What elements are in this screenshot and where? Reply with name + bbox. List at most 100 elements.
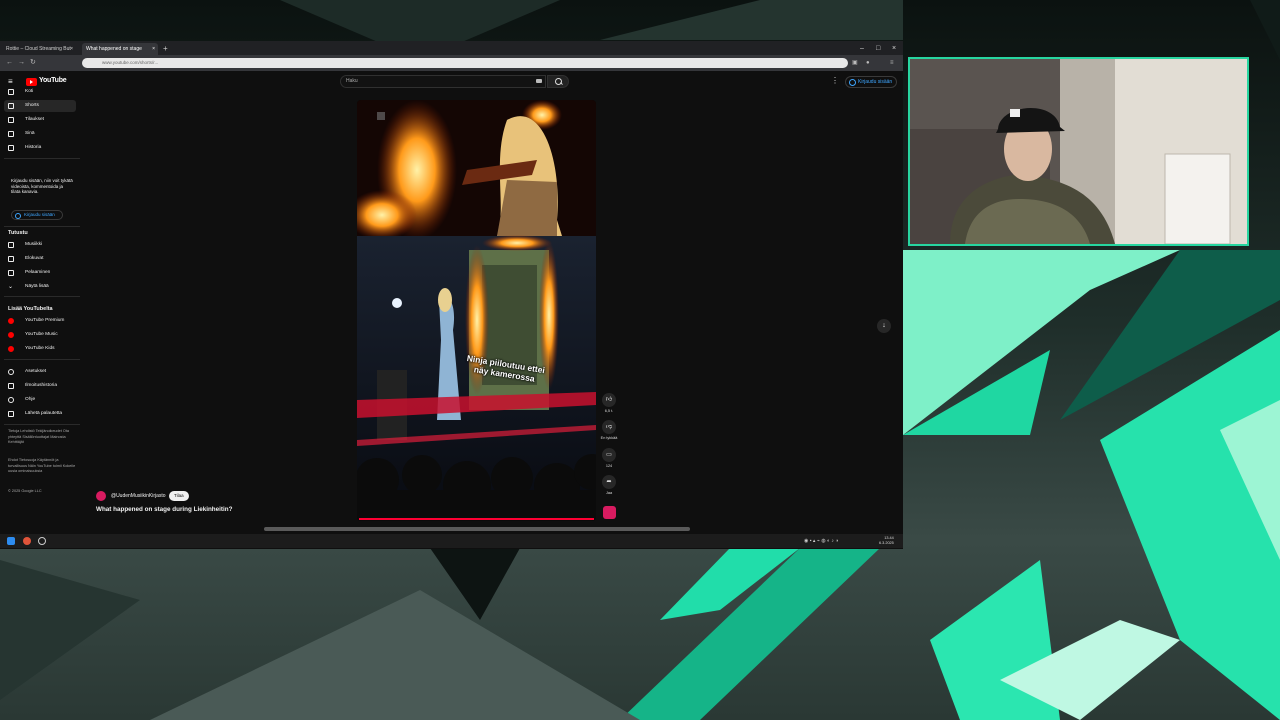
sidebar-item-label: Näytä lisää: [25, 284, 49, 289]
browser-menu-icon[interactable]: ≡: [890, 57, 894, 69]
thumbs-down-icon: 👎︎: [605, 424, 613, 430]
app-icon[interactable]: [38, 537, 46, 545]
sidebar-item-you[interactable]: Sinä: [4, 128, 76, 140]
you-icon: [8, 131, 14, 137]
signin-button[interactable]: Kirjaudu sisään: [845, 76, 898, 88]
chevron-down-icon: ⌄: [8, 284, 14, 290]
sidebar-item-subscriptions[interactable]: Tilaukset: [4, 114, 76, 126]
clock-date: 6.3.2025: [879, 541, 894, 545]
forward-icon[interactable]: →: [18, 58, 25, 68]
sidebar-item-label: Ilmoitushistoria: [25, 383, 57, 388]
sidebar-item-label: Elokuvat: [25, 256, 44, 261]
sidebar-item-label: YouTube Kids: [25, 346, 55, 351]
close-window-button[interactable]: ×: [892, 43, 896, 55]
movies-icon: [8, 256, 14, 262]
sidebar-item-settings[interactable]: Asetukset: [4, 366, 76, 378]
sidebar-item-home[interactable]: Koti: [4, 86, 76, 98]
subscriptions-icon: [8, 117, 14, 123]
menu-icon[interactable]: ≡: [8, 77, 13, 86]
share-button[interactable]: ➦: [602, 475, 616, 489]
sidebar-divider: [4, 158, 80, 159]
tray-icons[interactable]: ◉ ▪ ▴ ⌁ ◍ ◐ ♪ ◑: [804, 537, 838, 545]
minimize-button[interactable]: –: [860, 43, 864, 55]
close-tab-icon[interactable]: ×: [70, 43, 73, 55]
browser-tab-1[interactable]: Rottie – Cloud Streaming But ×: [2, 43, 76, 55]
windows-taskbar: ◉ ▪ ▴ ⌁ ◍ ◐ ♪ ◑ 13.44 6.3.2025: [0, 534, 903, 548]
webcam-feed: [908, 57, 1249, 246]
search-input[interactable]: Haku: [340, 75, 546, 88]
sidebar-item-label: Sinä: [25, 131, 35, 136]
taskbar-clock[interactable]: 13.44 6.3.2025: [879, 536, 894, 546]
thumbs-up-icon: 👍︎: [605, 397, 613, 403]
sidebar-signin-button[interactable]: Kirjaudu sisään: [11, 210, 63, 220]
signin-prompt: Kirjaudu sisään, niin voit tykätä videoi…: [11, 178, 73, 194]
more-from-youtube-heading: Lisää YouTubelta: [8, 306, 53, 312]
browser-app-icon[interactable]: [23, 537, 31, 545]
sidebar-item-history[interactable]: Historia: [4, 142, 76, 154]
browser-tab-bar: Rottie – Cloud Streaming But × What happ…: [0, 41, 903, 55]
shorts-player[interactable]: Ninja piiloutuu ettei näy kamerossa: [357, 100, 596, 521]
search-button[interactable]: [547, 75, 569, 88]
extensions-icon[interactable]: ▣: [852, 57, 858, 69]
music-icon: [8, 242, 14, 248]
maximize-button[interactable]: □: [876, 43, 880, 55]
new-tab-button[interactable]: +: [163, 43, 168, 55]
sidebar-item-label: Ohje: [25, 397, 36, 402]
profile-icon[interactable]: ●: [866, 57, 870, 69]
sidebar-item-shorts[interactable]: Shorts: [4, 100, 76, 112]
sidebar-item-gaming[interactable]: Pelaaminen: [4, 267, 76, 279]
sidebar-item-music-app[interactable]: YouTube Music: [4, 329, 76, 341]
sidebar-divider: [4, 424, 80, 425]
sidebar-item-label: Tilaukset: [25, 117, 45, 122]
reload-icon[interactable]: ↻: [30, 58, 36, 68]
signin-label: Kirjaudu sisään: [858, 79, 893, 85]
back-icon[interactable]: ←: [6, 58, 13, 68]
youtube-premium-icon: [8, 318, 14, 324]
comment-count: 124: [605, 464, 613, 468]
search-placeholder: Haku: [346, 78, 358, 84]
youtube-logo-icon[interactable]: [26, 78, 37, 86]
browser-toolbar: ← → ↻ www.youtube.com/shorts/r... ▣ ● ≡: [0, 55, 903, 71]
dislike-button[interactable]: 👎︎: [602, 420, 616, 434]
sidebar-item-premium[interactable]: YouTube Premium: [4, 315, 76, 327]
sidebar-item-music[interactable]: Musiikki: [4, 239, 76, 251]
close-tab-icon[interactable]: ×: [152, 43, 155, 55]
dislike-label: En tykkää: [600, 436, 618, 440]
sidebar-item-label: Asetukset: [25, 369, 47, 374]
video-progress-bar[interactable]: [359, 518, 594, 520]
youtube-wordmark[interactable]: YouTube: [39, 77, 67, 84]
sidebar-item-kids[interactable]: YouTube Kids: [4, 343, 76, 355]
sidebar-item-movies[interactable]: Elokuvat: [4, 253, 76, 265]
comments-button[interactable]: ▭: [602, 448, 616, 462]
subscribe-button[interactable]: Tilaa: [169, 491, 189, 501]
share-label: Jaa: [605, 491, 613, 495]
url-text: www.youtube.com/shorts/r...: [102, 60, 159, 65]
browser-tab-2[interactable]: What happened on stage ×: [82, 43, 158, 55]
channel-handle[interactable]: @UudenMusiikinKirjasto: [111, 491, 166, 501]
like-button[interactable]: 👍︎: [602, 393, 616, 407]
sidebar-item-label: Lähetä palautetta: [25, 411, 63, 416]
keyboard-icon[interactable]: [536, 79, 542, 83]
youtube-music-icon: [8, 332, 14, 338]
history-icon: [8, 145, 14, 151]
address-bar[interactable]: www.youtube.com/shorts/r...: [82, 58, 848, 68]
avatar[interactable]: [96, 491, 106, 501]
gaming-icon: [8, 270, 14, 276]
horizontal-scrollbar[interactable]: [264, 527, 690, 531]
sidebar-item-help[interactable]: Ohje: [4, 394, 76, 406]
video-title[interactable]: What happened on stage during Liekinheit…: [96, 506, 232, 513]
sidebar-item-label: Koti: [25, 89, 34, 94]
sidebar-item-label: Musiikki: [25, 242, 43, 247]
more-options-icon[interactable]: ⋮: [831, 76, 839, 85]
next-short-button[interactable]: ↓: [877, 319, 891, 333]
sidebar-item-show-more[interactable]: ⌄ Näytä lisää: [4, 281, 76, 293]
footer-links-2[interactable]: Ehdot Tietosuoja Käytännöt ja turvallisu…: [8, 458, 78, 475]
sidebar-divider: [4, 226, 80, 227]
webcam-image: [910, 59, 1247, 244]
sidebar-item-report-history[interactable]: Ilmoitushistoria: [4, 380, 76, 392]
footer-links-1[interactable]: Tietoja Lehdistö Tekijänoikeudet Ota yht…: [8, 429, 78, 446]
channel-avatar-button[interactable]: [603, 506, 616, 519]
share-icon: ➦: [606, 479, 612, 485]
start-icon[interactable]: [7, 537, 15, 545]
sidebar-item-feedback[interactable]: Lähetä palautetta: [4, 408, 76, 420]
